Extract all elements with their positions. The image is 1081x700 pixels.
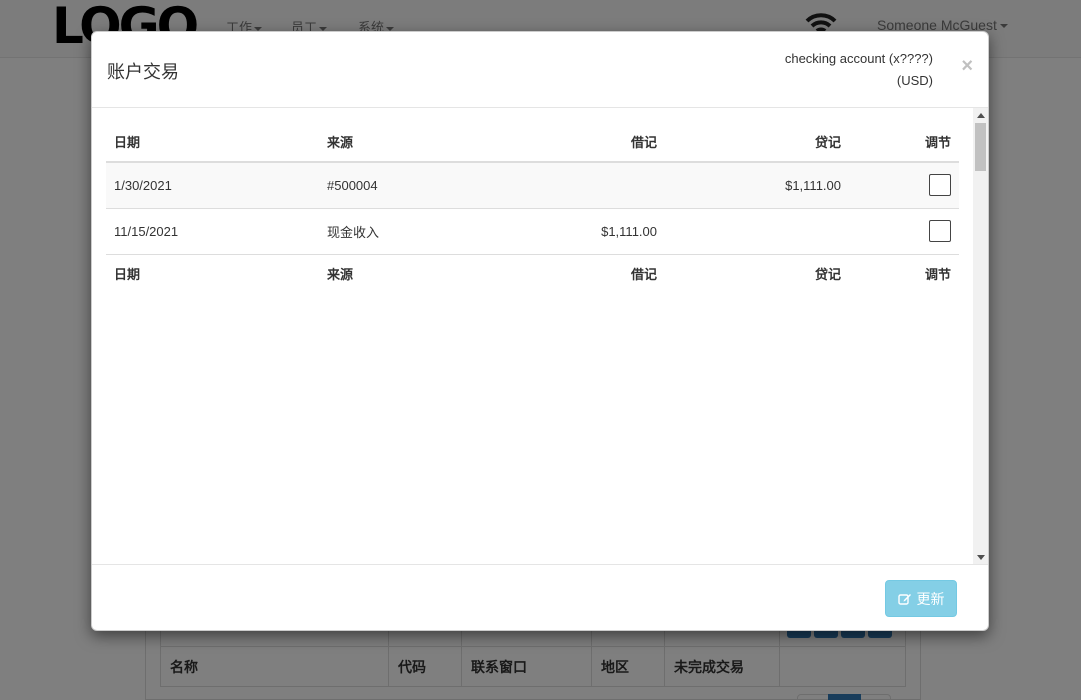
- foot-credit: 贷记: [665, 253, 849, 292]
- modal-footer: 更新: [92, 564, 988, 630]
- reconcile-checkbox[interactable]: [929, 174, 951, 197]
- foot-debit: 借记: [479, 253, 665, 292]
- transactions-table: 日期 来源 借记 贷记 调节 1/30/2021 #500004 $1,111.…: [106, 122, 959, 292]
- row-source[interactable]: 现金收入: [319, 207, 479, 254]
- row-credit: [665, 207, 849, 254]
- reconcile-checkbox[interactable]: [929, 220, 951, 242]
- row-date: 11/15/2021: [106, 207, 319, 254]
- close-icon[interactable]: ×: [961, 56, 973, 76]
- col-source: 来源: [319, 122, 479, 163]
- foot-source: 来源: [319, 253, 479, 292]
- update-button-label: 更新: [916, 591, 945, 608]
- foot-reconcile: 调节: [849, 253, 959, 292]
- scrollbar[interactable]: [973, 108, 988, 564]
- modal-body: 日期 来源 借记 贷记 调节 1/30/2021 #500004 $1,111.…: [92, 108, 988, 564]
- scroll-thumb[interactable]: [975, 123, 986, 171]
- account-currency: (USD): [896, 73, 933, 88]
- modal-title: 账户交易: [107, 62, 179, 83]
- scroll-down-arrow-icon[interactable]: [977, 555, 985, 560]
- row-reconcile-cell: [849, 162, 959, 208]
- col-credit: 贷记: [665, 122, 849, 163]
- col-reconcile: 调节: [849, 122, 959, 163]
- row-source[interactable]: #500004: [319, 162, 479, 208]
- update-button[interactable]: 更新: [885, 580, 957, 617]
- table-row: 1/30/2021 #500004 $1,111.00: [106, 162, 959, 208]
- foot-date: 日期: [106, 253, 319, 292]
- col-date: 日期: [106, 122, 319, 163]
- row-credit: $1,111.00: [665, 162, 849, 208]
- row-reconcile-cell: [849, 207, 959, 254]
- col-debit: 借记: [479, 122, 665, 163]
- edit-icon: [897, 593, 911, 605]
- account-info: checking account (x????) (USD): [785, 48, 933, 92]
- modal-header: 账户交易 checking account (x????) (USD) ×: [92, 32, 988, 108]
- account-name: checking account (x????): [784, 51, 933, 66]
- account-transactions-modal: 账户交易 checking account (x????) (USD) × 日期…: [91, 31, 989, 631]
- scroll-up-arrow-icon[interactable]: [977, 113, 985, 118]
- row-debit: [479, 162, 665, 208]
- table-row: 11/15/2021 现金收入 $1,111.00: [106, 207, 959, 254]
- row-date: 1/30/2021: [106, 162, 319, 208]
- row-debit: $1,111.00: [479, 207, 665, 254]
